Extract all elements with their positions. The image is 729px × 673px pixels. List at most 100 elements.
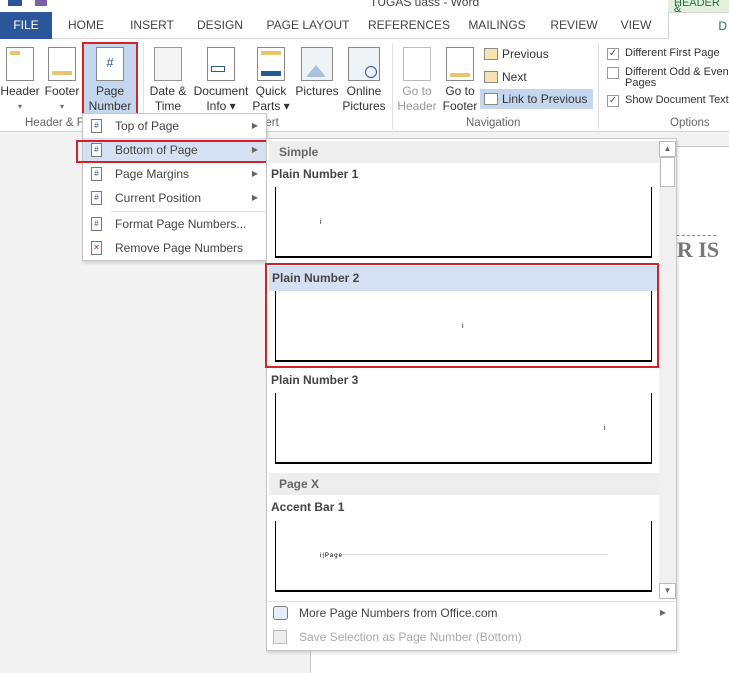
footer-button[interactable]: Footer ▾ xyxy=(42,43,82,114)
word-icon xyxy=(8,0,22,6)
gallery-item-plain-number-1-preview[interactable]: i xyxy=(275,187,652,258)
submenu-arrow-icon: ▶ xyxy=(659,608,666,617)
menu-item-format-page-numbers[interactable]: # Format Page Numbers... xyxy=(83,212,266,236)
label: Remove Page Numbers xyxy=(115,241,244,255)
tab-view[interactable]: VIEW xyxy=(614,12,658,39)
submenu-arrow-icon: ▶ xyxy=(251,169,258,178)
label: Time xyxy=(154,99,182,113)
link-to-previous-button[interactable]: Link to Previous xyxy=(480,89,593,109)
tab-page-layout[interactable]: PAGE LAYOUT xyxy=(262,12,354,39)
tab-design-context[interactable]: D xyxy=(668,12,729,40)
menu-item-page-margins[interactable]: # Page Margins ▶ xyxy=(83,162,266,186)
current-position-icon: # xyxy=(91,191,102,205)
divider xyxy=(392,43,393,129)
page-number-preview: i xyxy=(320,219,322,226)
go-to-footer-button[interactable]: Go to Footer xyxy=(440,43,480,114)
group-label-options: Options xyxy=(670,117,710,129)
menu-item-bottom-of-page[interactable]: # Bottom of Page ▶ xyxy=(83,138,266,162)
label: Next xyxy=(502,70,527,84)
ribbon-tabs: FILE HOME INSERT DESIGN PAGE LAYOUT REFE… xyxy=(0,12,729,40)
gallery-item-plain-number-2-preview[interactable]: i xyxy=(275,291,652,362)
window-title: TUGAS uass - Word xyxy=(370,0,480,9)
label: Parts ▾ xyxy=(252,99,290,113)
page-number-button[interactable]: # PageNumber ▾ xyxy=(84,42,136,128)
label: Page Margins xyxy=(115,167,190,181)
menu-item-current-position[interactable]: # Current Position ▶ xyxy=(83,186,266,210)
accent-line xyxy=(320,554,608,555)
gallery-scrollbar[interactable]: ▲ ▼ xyxy=(659,141,676,599)
tab-mailings[interactable]: MAILINGS xyxy=(464,12,530,39)
label: Current Position xyxy=(115,191,202,205)
title-bar: TUGAS uass - Word HEADER & xyxy=(0,0,729,12)
menu-item-remove-page-numbers[interactable]: ✕ Remove Page Numbers xyxy=(83,236,266,260)
label: Footer xyxy=(442,99,478,113)
go-to-header-icon xyxy=(403,47,431,81)
menu-item-top-of-page[interactable]: # Top of Page ▶ xyxy=(83,114,266,138)
checkbox-checked: ✓ xyxy=(607,95,619,107)
gallery-section-page-x: Page X xyxy=(269,473,659,495)
page-number-icon: # xyxy=(91,119,102,133)
label: ▾ xyxy=(17,102,22,111)
label: Header xyxy=(397,99,437,113)
date-time-button[interactable]: Date & Time xyxy=(146,43,190,114)
label: Pictures xyxy=(342,99,386,113)
checkbox-checked: ✓ xyxy=(607,48,619,60)
label: Previous xyxy=(502,47,549,61)
tab-references[interactable]: REFERENCES xyxy=(368,12,450,39)
label: Info ▾ xyxy=(206,99,236,113)
scroll-up-icon[interactable]: ▲ xyxy=(659,141,676,157)
show-document-text-checkbox[interactable]: ✓ Show Document Text xyxy=(607,95,729,107)
label: Different First Page xyxy=(625,47,720,59)
header-button[interactable]: Header ▾ xyxy=(0,43,40,114)
gallery-item-plain-number-3-label[interactable]: Plain Number 3 xyxy=(269,373,659,387)
save-selection-item: Save Selection as Page Number (Bottom) xyxy=(267,625,676,649)
gallery-item-accent-bar-1-label[interactable]: Accent Bar 1 xyxy=(269,500,659,514)
tab-file[interactable]: FILE xyxy=(0,12,52,39)
quick-parts-button[interactable]: Quick Parts ▾ xyxy=(252,43,290,114)
gallery-item-accent-bar-1-preview[interactable]: i|Page xyxy=(275,521,652,592)
tab-home[interactable]: HOME xyxy=(60,12,112,39)
label: More Page Numbers from Office.com xyxy=(299,606,498,620)
checkbox-unchecked xyxy=(607,67,619,79)
label: Quick xyxy=(255,84,287,98)
context-tab-header: HEADER & xyxy=(668,0,729,12)
label: Online xyxy=(346,84,382,98)
label: ▾ xyxy=(59,102,64,111)
tab-design[interactable]: DESIGN xyxy=(192,12,248,39)
save-icon[interactable] xyxy=(35,0,47,6)
online-pictures-button[interactable]: Online Pictures xyxy=(340,43,388,114)
different-odd-even-checkbox[interactable]: Different Odd & Even Pages xyxy=(607,67,729,89)
document-info-icon xyxy=(207,47,235,81)
pictures-icon xyxy=(301,47,333,81)
scroll-down-icon[interactable]: ▼ xyxy=(659,583,676,599)
document-info-button[interactable]: Document Info ▾ xyxy=(192,43,250,114)
page-number-preview: i xyxy=(604,425,606,432)
gallery-item-plain-number-2-label[interactable]: Plain Number 2 xyxy=(269,266,659,291)
label: Format Page Numbers... xyxy=(115,217,247,231)
pictures-button[interactable]: Pictures xyxy=(292,43,342,99)
tab-review[interactable]: REVIEW xyxy=(546,12,602,39)
more-page-numbers-item[interactable]: More Page Numbers from Office.com ▶ xyxy=(267,601,676,625)
label: Document xyxy=(193,84,249,98)
go-to-header-button[interactable]: Go to Header xyxy=(396,43,438,114)
next-button[interactable]: Next xyxy=(482,67,527,87)
quick-parts-icon xyxy=(257,47,285,81)
previous-button[interactable]: Previous xyxy=(482,44,549,64)
page-number-icon: # xyxy=(96,47,124,81)
go-to-footer-icon xyxy=(446,47,474,81)
group-label-navigation: Navigation xyxy=(466,117,521,129)
label: Save Selection as Page Number (Bottom) xyxy=(299,630,522,644)
gallery-item-plain-number-1-label[interactable]: Plain Number 1 xyxy=(269,167,659,181)
label: Pictures xyxy=(295,84,339,98)
scroll-thumb[interactable] xyxy=(660,157,675,187)
different-first-page-checkbox[interactable]: ✓ Different First Page xyxy=(607,47,729,60)
label: Different Odd & Even Pages xyxy=(625,66,729,89)
page-number-icon: # xyxy=(91,143,102,157)
gallery-item-plain-number-3-preview[interactable]: i xyxy=(275,393,652,464)
label: Top of Page xyxy=(115,119,180,133)
header-icon xyxy=(6,47,34,81)
label: Go to xyxy=(445,84,475,98)
office-com-icon xyxy=(273,606,288,620)
link-icon xyxy=(484,93,498,105)
tab-insert[interactable]: INSERT xyxy=(124,12,180,39)
